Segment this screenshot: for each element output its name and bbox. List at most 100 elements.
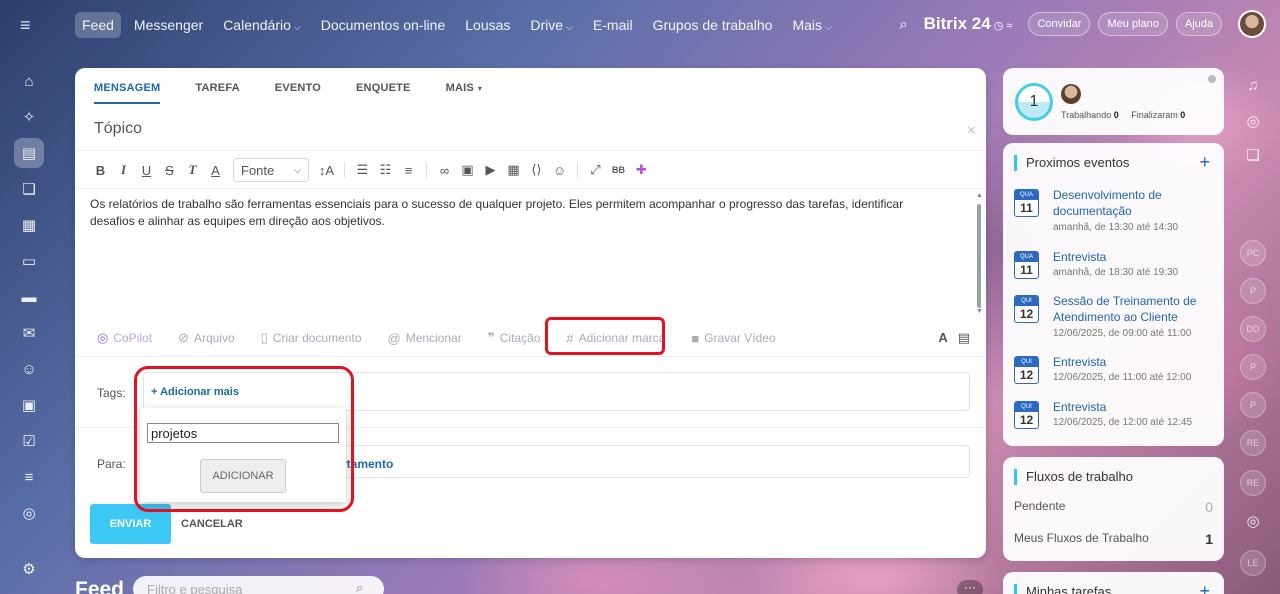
message-body[interactable]: Os relatórios de trabalho são ferramenta… — [90, 196, 950, 230]
text-format-icon[interactable]: A — [938, 330, 947, 346]
event-title[interactable]: Sessão de Treinamento de Atendimento ao … — [1053, 293, 1218, 325]
scroll-down-icon[interactable]: ▼ — [976, 308, 983, 315]
my-flows-row[interactable]: Meus Fluxos de Trabalho 1 — [1014, 531, 1213, 547]
tasks-icon[interactable]: ☑ — [14, 426, 44, 456]
target-icon[interactable]: ◎ — [14, 498, 44, 528]
add-image-icon[interactable]: ✚ — [630, 162, 653, 178]
target-icon[interactable]: ◎ — [1240, 508, 1266, 534]
emoji-icon[interactable]: ☺ — [548, 163, 571, 178]
code-icon[interactable]: ⟨⟩ — [525, 162, 548, 178]
calendar-icon[interactable]: ▦ — [14, 210, 44, 240]
tab-poll[interactable]: ENQUETE — [356, 82, 411, 104]
board-icon[interactable]: ▣ — [14, 390, 44, 420]
nav-item-more[interactable]: Mais ⌵ — [785, 12, 838, 38]
scrollbar[interactable]: ▲ ▼ — [976, 192, 983, 315]
mail-icon[interactable]: ✉ — [14, 318, 44, 348]
search-icon[interactable]: ⌕ — [356, 580, 363, 594]
nav-item-docs[interactable]: Documentos on-line — [314, 12, 453, 38]
contact-bubble[interactable]: P — [1240, 278, 1266, 304]
close-icon[interactable]: ✕ — [967, 124, 976, 137]
topic-input[interactable]: Tópico — [94, 120, 142, 138]
event-title[interactable]: Desenvolvimento de documentação — [1053, 187, 1218, 219]
contact-bubble[interactable]: PC — [1240, 240, 1266, 266]
tab-task[interactable]: TAREFA — [195, 82, 239, 104]
nav-item-calendar[interactable]: Calendário ⌵ — [216, 12, 308, 38]
mention-button[interactable]: @ Mencionar — [388, 331, 462, 346]
bullet-list-icon[interactable]: ☷ — [374, 162, 397, 178]
help-button[interactable]: Ajuda — [1175, 12, 1222, 36]
scroll-thumb[interactable] — [977, 204, 981, 308]
record-video-button[interactable]: ■ Gravar Vídeo — [691, 331, 775, 346]
home-icon[interactable]: ⌂ — [14, 66, 44, 96]
chat-icon[interactable]: ❏ — [1240, 142, 1266, 168]
contact-bubble[interactable]: RE — [1240, 470, 1266, 496]
bold-icon[interactable]: B — [89, 163, 112, 178]
event-title[interactable]: Entrevista — [1053, 249, 1218, 265]
event-title[interactable]: Entrevista — [1053, 399, 1218, 415]
tab-event[interactable]: EVENTO — [275, 82, 321, 104]
drive-icon[interactable]: ▬ — [14, 282, 44, 312]
help-icon[interactable] — [1208, 75, 1216, 83]
feed-filter-input[interactable]: Filtro e pesquisa — [133, 576, 384, 594]
pending-flows-row[interactable]: Pendente 0 — [1014, 499, 1213, 515]
nav-item-boards[interactable]: Lousas — [458, 12, 517, 38]
user-avatar[interactable] — [1238, 10, 1266, 38]
status-counter[interactable]: 1 — [1015, 83, 1053, 121]
camera-icon: ■ — [691, 330, 700, 346]
image-icon[interactable]: ▣ — [456, 162, 479, 178]
font-select[interactable]: Fonte ⌵ — [233, 158, 309, 182]
copilot-icon[interactable]: ✧ — [14, 102, 44, 132]
more-options-icon[interactable]: ··· — [957, 580, 983, 594]
nav-item-email[interactable]: E-mail — [586, 12, 640, 38]
copilot-icon[interactable]: ◎ — [1240, 108, 1266, 134]
contact-bubble[interactable]: RE — [1240, 430, 1266, 456]
divider — [75, 150, 986, 151]
contact-bubble[interactable]: P — [1240, 392, 1266, 418]
feed-icon[interactable]: ▤ — [14, 138, 44, 168]
text-color-icon[interactable]: A — [204, 163, 227, 178]
italic-icon[interactable]: I — [112, 162, 135, 178]
create-document-button[interactable]: ▯ Criar documento — [261, 330, 362, 346]
fullscreen-icon[interactable]: ⤢ — [584, 162, 607, 178]
numbered-list-icon[interactable]: ☰ — [351, 162, 374, 178]
quote-button[interactable]: ❞ Citação — [488, 330, 541, 346]
nav-item-drive[interactable]: Drive ⌵ — [523, 12, 580, 38]
align-icon[interactable]: ≡ — [397, 163, 420, 178]
table-icon[interactable]: ▦ — [502, 162, 525, 178]
scroll-up-icon[interactable]: ▲ — [976, 192, 983, 199]
chat-icon[interactable]: ❏ — [14, 174, 44, 204]
menu-icon[interactable]: ≡ — [20, 16, 38, 34]
link-icon[interactable]: ∞ — [433, 163, 456, 178]
nav-item-feed[interactable]: Feed — [75, 12, 121, 38]
nav-item-groups[interactable]: Grupos de trabalho — [646, 12, 780, 38]
groups-icon[interactable]: ☺ — [14, 354, 44, 384]
search-icon[interactable]: ⌕ — [899, 16, 907, 33]
strikethrough-icon[interactable]: S — [158, 163, 181, 178]
settings-icon[interactable]: ⚙ — [14, 554, 44, 584]
contact-bubble[interactable]: DD — [1240, 316, 1266, 342]
add-event-icon[interactable]: + — [1199, 152, 1210, 173]
underline-icon[interactable]: U — [135, 163, 158, 178]
tab-message[interactable]: MENSAGEM — [94, 82, 161, 104]
bell-icon[interactable]: ♫ — [1240, 72, 1266, 98]
invite-button[interactable]: Convidar — [1028, 12, 1091, 36]
attach-file-button[interactable]: ⊘ Arquivo — [178, 330, 235, 346]
add-task-icon[interactable]: + — [1199, 581, 1210, 594]
bbcode-icon[interactable]: BB — [607, 165, 630, 175]
contact-bubble[interactable]: P — [1240, 354, 1266, 380]
event-title[interactable]: Entrevista — [1053, 354, 1218, 370]
contact-bubble[interactable]: LE — [1240, 550, 1266, 576]
filter-icon[interactable]: ≡ — [14, 462, 44, 492]
brand-logo: Bitrix 24 ◷ ≈ — [923, 14, 1013, 33]
tab-more[interactable]: MAIS ▾ — [446, 82, 483, 104]
video-icon[interactable]: ▶ — [479, 162, 502, 178]
font-size-icon[interactable]: ↕A — [315, 163, 338, 178]
my-plan-button[interactable]: Meu plano — [1098, 12, 1168, 36]
panel-icon[interactable]: ▤ — [958, 330, 970, 346]
chevron-down-icon: ⌵ — [825, 22, 832, 32]
copilot-button[interactable]: ◎ CoPilot — [97, 330, 152, 346]
cancel-button[interactable]: CANCELAR — [181, 518, 243, 530]
clear-format-icon[interactable]: T — [181, 162, 204, 178]
document-icon[interactable]: ▭ — [14, 246, 44, 276]
nav-item-messenger[interactable]: Messenger — [127, 12, 210, 38]
